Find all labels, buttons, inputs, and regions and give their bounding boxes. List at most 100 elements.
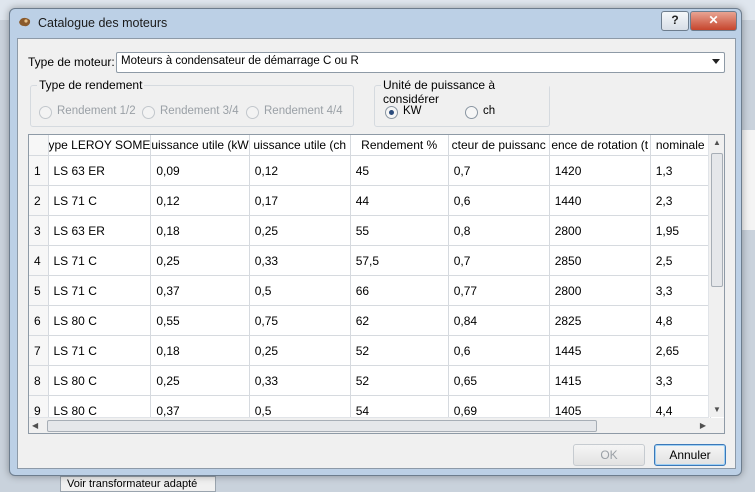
table-cell[interactable]: 0,6	[448, 185, 550, 216]
table-row[interactable]: 4 LS 71 C 0,25 0,33 57,5 0,7 2850 2,5	[29, 245, 711, 276]
table-cell[interactable]: 0,33	[249, 365, 351, 396]
table-cell[interactable]: 0,18	[150, 335, 250, 366]
motor-type-select[interactable]: Moteurs à condensateur de démarrage C ou…	[116, 52, 725, 73]
table-cell[interactable]: LS 80 C	[48, 305, 152, 336]
table-row[interactable]: 8 LS 80 C 0,25 0,33 52 0,65 1415 3,3	[29, 365, 711, 396]
table-cell[interactable]: 0,25	[150, 365, 250, 396]
table-cell[interactable]: 44	[350, 185, 449, 216]
scroll-down-icon[interactable]: ▼	[713, 405, 721, 414]
table-cell[interactable]: 0,25	[249, 335, 351, 366]
table-cell[interactable]: 57,5	[350, 245, 449, 276]
motors-grid: ype LEROY SOME uissance utile (kW uissance…	[29, 135, 711, 426]
table-cell[interactable]: 0,37	[150, 275, 250, 306]
table-cell[interactable]: 0,7	[448, 155, 550, 186]
table-cell[interactable]: LS 71 C	[48, 245, 152, 276]
table-cell[interactable]: 2,65	[650, 335, 711, 366]
table-row[interactable]: 2 LS 71 C 0,12 0,17 44 0,6 1440 2,3	[29, 185, 711, 216]
table-cell[interactable]: 0,25	[150, 245, 250, 276]
table-cell[interactable]: 55	[350, 215, 449, 246]
table-cell[interactable]: 0,55	[150, 305, 250, 336]
table-cell[interactable]: 4,8	[650, 305, 711, 336]
row-number: 4	[29, 245, 49, 276]
table-cell[interactable]: 2800	[549, 215, 651, 246]
catalogue-dialog: Catalogue des moteurs ? ✕ Type de moteur…	[9, 8, 742, 476]
table-cell[interactable]: 0,5	[249, 275, 351, 306]
table-cell[interactable]: 0,12	[150, 185, 250, 216]
help-button[interactable]: ?	[661, 11, 689, 31]
table-cell[interactable]: 0,84	[448, 305, 550, 336]
table-cell[interactable]: LS 71 C	[48, 275, 152, 306]
scroll-left-icon[interactable]: ◀	[32, 421, 38, 430]
table-cell[interactable]: 45	[350, 155, 449, 186]
column-header[interactable]: uissance utile (ch	[249, 135, 351, 156]
table-cell[interactable]: LS 63 ER	[48, 215, 152, 246]
radio-label: Rendement 1/2	[57, 105, 136, 117]
table-cell[interactable]: 0,25	[249, 215, 351, 246]
table-cell[interactable]: 0,75	[249, 305, 351, 336]
table-cell[interactable]: 0,17	[249, 185, 351, 216]
column-header[interactable]: Rendement %	[350, 135, 449, 156]
motor-type-label: Type de moteur:	[28, 55, 115, 69]
column-header[interactable]: nominale	[650, 135, 711, 156]
scroll-up-icon[interactable]: ▲	[713, 138, 721, 147]
table-cell[interactable]: 0,18	[150, 215, 250, 246]
column-header[interactable]: uissance utile (kW	[150, 135, 250, 156]
column-header[interactable]: ence de rotation (t	[549, 135, 651, 156]
table-cell[interactable]: 62	[350, 305, 449, 336]
table-cell[interactable]: 1445	[549, 335, 651, 366]
title-bar: Catalogue des moteurs ? ✕	[10, 9, 741, 37]
horizontal-scroll-thumb[interactable]	[47, 420, 597, 432]
table-cell[interactable]: 1440	[549, 185, 651, 216]
table-row[interactable]: 3 LS 63 ER 0,18 0,25 55 0,8 2800 1,95	[29, 215, 711, 246]
table-cell[interactable]: 1,3	[650, 155, 711, 186]
table-cell[interactable]: 0,7	[448, 245, 550, 276]
table-cell[interactable]: 52	[350, 365, 449, 396]
column-header[interactable]: ype LEROY SOME	[48, 135, 152, 156]
table-cell[interactable]: 1415	[549, 365, 651, 396]
scroll-right-icon[interactable]: ▶	[700, 421, 706, 430]
table-cell[interactable]: 0,65	[448, 365, 550, 396]
table-cell[interactable]: 0,33	[249, 245, 351, 276]
table-row[interactable]: 6 LS 80 C 0,55 0,75 62 0,84 2825 4,8	[29, 305, 711, 336]
table-cell[interactable]: 66	[350, 275, 449, 306]
power-unit-group: Unité de puissance à considérer KW ch	[374, 78, 550, 127]
vertical-scroll-thumb[interactable]	[711, 153, 723, 287]
efficiency-type-title: Type de rendement	[37, 78, 145, 92]
radio-icon	[142, 106, 155, 119]
table-cell[interactable]: 52	[350, 335, 449, 366]
table-cell[interactable]: 0,8	[448, 215, 550, 246]
close-button[interactable]: ✕	[690, 11, 737, 31]
efficiency-type-group: Type de rendement Rendement 1/2 Rendemen…	[30, 78, 354, 127]
table-cell[interactable]: 0,6	[448, 335, 550, 366]
table-row[interactable]: 1 LS 63 ER 0,09 0,12 45 0,7 1420 1,3	[29, 155, 711, 186]
cancel-button[interactable]: Annuler	[654, 444, 726, 466]
table-cell[interactable]: 2850	[549, 245, 651, 276]
table-cell[interactable]: 0,77	[448, 275, 550, 306]
table-cell[interactable]: 2,3	[650, 185, 711, 216]
table-cell[interactable]: 0,12	[249, 155, 351, 186]
table-row[interactable]: 5 LS 71 C 0,37 0,5 66 0,77 2800 3,3	[29, 275, 711, 306]
table-cell[interactable]: 3,3	[650, 365, 711, 396]
table-cell[interactable]: 0,09	[150, 155, 250, 186]
chevron-down-icon[interactable]	[712, 59, 720, 64]
table-cell[interactable]: 2,5	[650, 245, 711, 276]
table-row[interactable]: 7 LS 71 C 0,18 0,25 52 0,6 1445 2,65	[29, 335, 711, 366]
table-cell[interactable]: LS 63 ER	[48, 155, 152, 186]
table-cell[interactable]: 1,95	[650, 215, 711, 246]
ok-button[interactable]: OK	[573, 444, 645, 466]
vertical-scrollbar[interactable]: ▲ ▼	[708, 135, 724, 417]
row-number: 2	[29, 185, 49, 216]
radio-icon	[246, 106, 259, 119]
row-number: 1	[29, 155, 49, 186]
table-cell[interactable]: LS 71 C	[48, 335, 152, 366]
table-cell[interactable]: LS 71 C	[48, 185, 152, 216]
table-cell[interactable]: 3,3	[650, 275, 711, 306]
table-cell[interactable]: 1420	[549, 155, 651, 186]
table-cell[interactable]: 2800	[549, 275, 651, 306]
background-button: Voir transformateur adapté	[60, 476, 216, 492]
horizontal-scrollbar[interactable]: ◀ ▶	[29, 417, 709, 433]
row-number: 6	[29, 305, 49, 336]
column-header[interactable]: cteur de puissanc	[448, 135, 550, 156]
table-cell[interactable]: 2825	[549, 305, 651, 336]
table-cell[interactable]: LS 80 C	[48, 365, 152, 396]
